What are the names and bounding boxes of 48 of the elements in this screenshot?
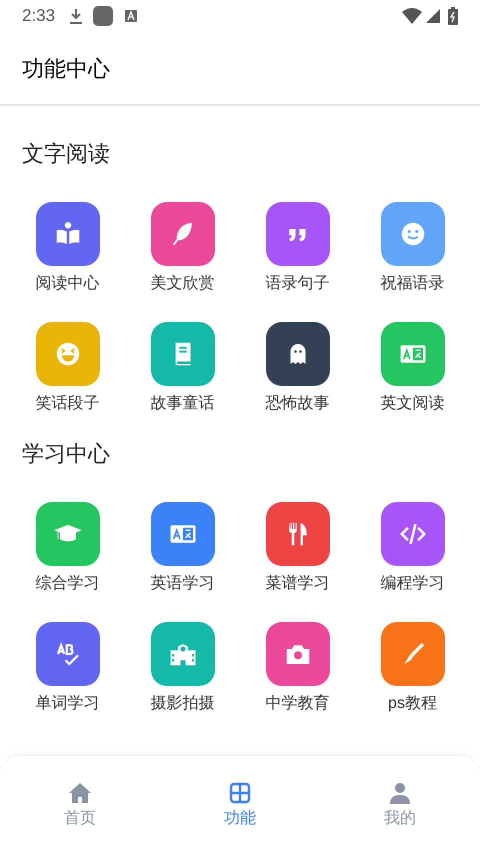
nav-tab[interactable]: 功能 — [160, 782, 320, 834]
tile-label: 中学教育 — [266, 693, 330, 714]
icon-tile[interactable] — [150, 202, 214, 266]
tile-label: ps教程 — [388, 694, 437, 714]
tile-label: 美文欣赏 — [150, 274, 214, 294]
icon-tile[interactable] — [36, 622, 100, 686]
tile-label: 语录句子 — [266, 274, 330, 294]
icon-tile[interactable] — [150, 622, 214, 686]
tile-label: 祝福语录 — [380, 274, 444, 294]
section-title: 学习中心 — [21, 440, 111, 468]
nav-tab[interactable]: 我的 — [320, 782, 480, 834]
download-icon — [69, 8, 84, 24]
tile-label: 恐怖故事 — [266, 394, 330, 414]
icon-tile[interactable] — [380, 322, 444, 386]
grid-icon — [229, 782, 251, 804]
tile-label: 菜谱学习 — [266, 574, 330, 594]
home-icon — [68, 782, 92, 804]
icon-tile[interactable] — [36, 502, 100, 566]
tile-label: 单词学习 — [36, 694, 100, 714]
icon-tile[interactable] — [36, 202, 100, 266]
tile-label: 笑话段子 — [36, 394, 100, 414]
app-icon — [93, 6, 114, 26]
icon-tile[interactable] — [380, 502, 444, 566]
tile-label: 英文阅读 — [380, 394, 444, 414]
section-title: 文字阅读 — [21, 140, 111, 168]
status-time: 2:33 — [22, 5, 56, 28]
tile-label: 编程学习 — [380, 574, 444, 594]
icon-tile[interactable] — [266, 502, 330, 566]
tile-label: 摄影拍摄 — [150, 694, 214, 714]
tile-label: 英语学习 — [150, 574, 214, 594]
icon-tile[interactable] — [150, 322, 214, 386]
icon-tile[interactable] — [150, 502, 214, 566]
person-icon — [389, 782, 411, 804]
icon-tile[interactable] — [36, 322, 100, 386]
tile-label: 综合学习 — [36, 574, 100, 594]
signal-icon — [426, 9, 440, 23]
keyboard-icon — [125, 10, 138, 22]
tile-label: 故事童话 — [150, 394, 214, 414]
icon-tile[interactable] — [266, 202, 330, 266]
wifi-icon — [402, 8, 422, 24]
icon-tile[interactable] — [266, 622, 330, 686]
icon-tile[interactable] — [380, 202, 444, 266]
nav-tab[interactable]: 首页 — [0, 782, 160, 834]
tile-label: 阅读中心 — [36, 274, 100, 294]
page-title: 功能中心 — [22, 54, 110, 82]
icon-tile[interactable] — [380, 622, 444, 686]
icon-tile[interactable] — [266, 322, 330, 386]
battery-icon — [448, 7, 458, 25]
